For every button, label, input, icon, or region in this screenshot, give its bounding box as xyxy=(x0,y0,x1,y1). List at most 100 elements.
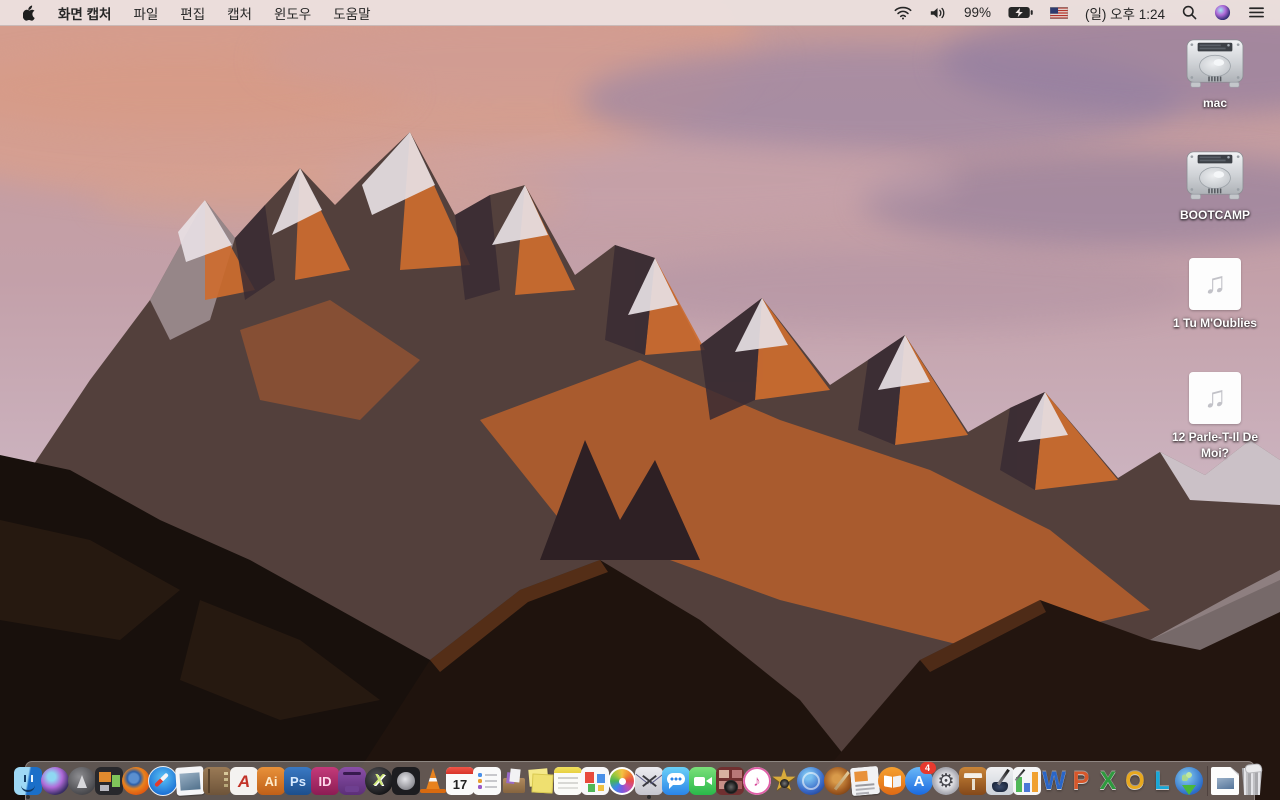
illustrator-icon: Ai xyxy=(257,767,285,795)
indesign-glyph: ID xyxy=(318,773,332,789)
dock-vlc[interactable] xyxy=(420,762,447,800)
battery-percent: 99% xyxy=(963,5,991,20)
dock-notes[interactable] xyxy=(554,762,582,800)
dock-itunes[interactable]: ♪ xyxy=(743,762,771,800)
outlook-icon: O xyxy=(1121,767,1149,795)
system-preferences-glyph: ⚙ xyxy=(937,770,955,792)
desktop-icon-mac[interactable]: mac xyxy=(1167,36,1263,111)
dock-outlook[interactable]: O xyxy=(1122,762,1149,800)
menu-capture[interactable]: 캡처 xyxy=(216,0,263,25)
spotlight-search-icon xyxy=(1182,5,1197,20)
dock-documents[interactable] xyxy=(581,762,609,800)
dock-launchpad[interactable] xyxy=(68,762,96,800)
menu-edit[interactable]: 편집 xyxy=(169,0,216,25)
wifi-menu[interactable] xyxy=(889,0,917,25)
dock-acrobat[interactable]: A xyxy=(230,762,258,800)
disk-tool-icon xyxy=(392,767,420,795)
dock-unarchiver[interactable] xyxy=(501,762,528,800)
facetime-icon xyxy=(689,767,717,795)
dock-iweb[interactable] xyxy=(849,762,881,800)
dock-system-preferences[interactable]: ⚙ xyxy=(932,762,960,800)
hard-drive-icon xyxy=(1186,151,1244,200)
dock-word[interactable]: W xyxy=(1041,762,1068,800)
desktop-icon-label: 1 Tu M'Oublies xyxy=(1173,316,1257,330)
desktop-icon-label: 12 Parle-T-Il De Moi? xyxy=(1171,430,1259,461)
idvd-icon xyxy=(797,767,825,795)
dock-finder[interactable] xyxy=(14,762,42,800)
siri-menu[interactable] xyxy=(1209,0,1236,25)
dock-messages[interactable] xyxy=(662,762,690,800)
finder-running-indicator xyxy=(26,795,30,799)
imovie-glyph: ★ xyxy=(770,764,798,797)
system-preferences-icon: ⚙ xyxy=(932,767,960,795)
menu-window[interactable]: 윈도우 xyxy=(263,0,322,25)
app-menu-title[interactable]: 화면 캡처 xyxy=(47,0,122,25)
desktop-icon-bootcamp[interactable]: BOOTCAMP xyxy=(1167,148,1263,223)
input-source-menu[interactable] xyxy=(1045,0,1073,25)
dock-lync[interactable]: L xyxy=(1149,762,1176,800)
dock-firefox[interactable] xyxy=(122,762,150,800)
volume-menu[interactable] xyxy=(924,0,952,25)
dock-pages[interactable] xyxy=(986,762,1014,800)
siri-icon xyxy=(1214,4,1231,21)
itunes-icon: ♪ xyxy=(743,767,771,795)
battery-charging-icon xyxy=(1008,6,1033,19)
dock-numbers[interactable] xyxy=(1013,762,1041,800)
illustrator-glyph: Ai xyxy=(264,773,278,789)
desktop-icon-tu-moublies[interactable]: ♫ 1 Tu M'Oublies xyxy=(1167,258,1263,331)
dock-excel[interactable]: X xyxy=(1095,762,1122,800)
lync-glyph: L xyxy=(1154,766,1170,795)
photo-booth-icon xyxy=(716,767,744,795)
dock-photoshop[interactable]: Ps xyxy=(284,762,312,800)
dock-facetime[interactable] xyxy=(689,762,717,800)
dock-trash[interactable] xyxy=(1239,762,1266,800)
lync-icon: L xyxy=(1148,767,1176,795)
desktop-icon-parle-t-il-de-moi[interactable]: ♫ 12 Parle-T-Il De Moi? xyxy=(1167,372,1263,461)
app-store-glyph: A xyxy=(913,772,925,790)
dock-indesign[interactable]: ID xyxy=(311,762,339,800)
dock-illustrator[interactable]: Ai xyxy=(257,762,285,800)
dock-xbench[interactable]: X xyxy=(365,762,393,800)
calendar-glyph: 17 xyxy=(452,776,468,792)
dock-stickies[interactable] xyxy=(528,762,555,800)
documents-icon xyxy=(581,767,609,795)
dock-preview[interactable] xyxy=(175,762,205,800)
battery-menu[interactable] xyxy=(1003,0,1038,25)
dock-powerpoint[interactable]: P xyxy=(1068,762,1095,800)
photoshop-glyph: Ps xyxy=(290,773,306,789)
dock-safari[interactable] xyxy=(148,762,178,800)
dock-imovie[interactable]: ★ xyxy=(771,762,798,800)
dock-downloader[interactable] xyxy=(1175,762,1203,800)
dock-document-file[interactable] xyxy=(1211,762,1239,800)
menu-help[interactable]: 도움말 xyxy=(322,0,381,25)
dock-mission-control[interactable] xyxy=(95,762,123,800)
dock-idvd[interactable] xyxy=(797,762,825,800)
dock-app-store[interactable]: A4 xyxy=(905,762,936,800)
imovie-icon: ★ xyxy=(770,764,798,797)
clock[interactable]: (일) 오후 1:24 xyxy=(1080,0,1170,25)
dock-siri[interactable] xyxy=(41,762,69,800)
menu-file[interactable]: 파일 xyxy=(122,0,169,25)
dock-screen-capture[interactable] xyxy=(635,762,663,800)
launchpad-icon xyxy=(68,767,96,795)
menu-bar: 화면 캡처 파일 편집 캡처 윈도우 도움말 99% (일) 오후 1:24 xyxy=(0,0,1280,26)
dock-calendar[interactable]: 17 xyxy=(446,762,474,800)
volume-icon xyxy=(930,7,945,18)
dock-disk-tool[interactable] xyxy=(392,762,420,800)
dock-ibooks[interactable] xyxy=(878,762,906,800)
dock-photos[interactable] xyxy=(608,762,636,800)
dock-toast[interactable] xyxy=(338,762,366,800)
notification-center-menu[interactable] xyxy=(1243,0,1270,25)
spotlight-menu[interactable] xyxy=(1177,0,1202,25)
dock-contacts[interactable] xyxy=(203,762,231,800)
preview-icon xyxy=(175,766,205,796)
apple-logo-icon xyxy=(23,5,35,21)
word-icon: W xyxy=(1040,767,1068,795)
dock-garageband[interactable] xyxy=(824,762,852,800)
acrobat-glyph: A xyxy=(237,771,251,791)
dock-photo-booth[interactable] xyxy=(716,762,744,800)
reminders-icon xyxy=(473,767,501,795)
apple-menu[interactable] xyxy=(12,0,47,25)
dock-reminders[interactable] xyxy=(473,762,501,800)
dock-keynote[interactable] xyxy=(959,762,987,800)
